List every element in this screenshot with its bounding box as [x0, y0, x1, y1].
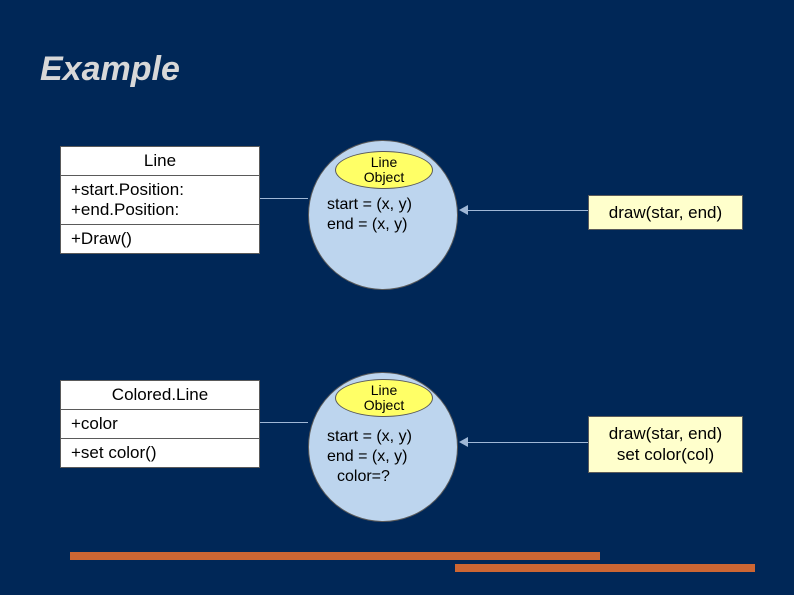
result-text: draw(star, end) [601, 202, 730, 223]
connector [260, 198, 308, 199]
body-line: start = (x, y) [327, 195, 412, 215]
object-body: start = (x, y) end = (x, y) color=? [327, 427, 412, 487]
attr: +end.Position: [71, 200, 249, 220]
object-body: start = (x, y) end = (x, y) [327, 195, 412, 235]
class-box-line: Line +start.Position: +end.Position: +Dr… [60, 146, 260, 254]
body-line: color=? [327, 467, 412, 487]
connector [260, 422, 308, 423]
result-text: set color(col) [601, 444, 730, 465]
page-title: Example [40, 50, 180, 89]
result-box: draw(star, end) set color(col) [588, 416, 743, 473]
connector [468, 210, 588, 211]
class-attributes: +start.Position: +end.Position: [61, 176, 259, 225]
class-method: +set color() [61, 439, 259, 467]
decor-bar [455, 564, 755, 572]
object-label: Line Object [335, 151, 433, 189]
arrow-left-icon [459, 437, 468, 447]
class-box-coloredline: Colored.Line +color +set color() [60, 380, 260, 468]
body-line: end = (x, y) [327, 215, 412, 235]
class-method: +Draw() [61, 225, 259, 253]
result-box: draw(star, end) [588, 195, 743, 230]
decor-bar [70, 552, 600, 560]
body-line: end = (x, y) [327, 447, 412, 467]
class-attr: +color [61, 410, 259, 439]
label-text: Object [364, 398, 404, 413]
label-text: Line [371, 155, 397, 170]
label-text: Object [364, 170, 404, 185]
class-name: Line [61, 147, 259, 176]
body-line: start = (x, y) [327, 427, 412, 447]
label-text: Line [371, 383, 397, 398]
object-line: Line Object start = (x, y) end = (x, y) [308, 140, 458, 290]
attr: +start.Position: [71, 180, 249, 200]
connector [468, 442, 588, 443]
object-label: Line Object [335, 379, 433, 417]
arrow-left-icon [459, 205, 468, 215]
class-name: Colored.Line [61, 381, 259, 410]
object-coloredline: Line Object start = (x, y) end = (x, y) … [308, 372, 458, 522]
result-text: draw(star, end) [601, 423, 730, 444]
